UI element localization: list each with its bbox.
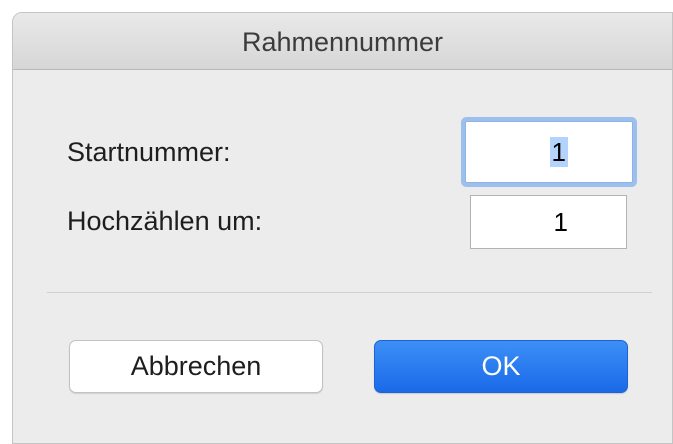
ok-button[interactable]: OK — [374, 340, 628, 393]
start-number-label: Startnummer: — [67, 137, 231, 167]
start-number-value: 1 — [549, 137, 568, 167]
start-number-input[interactable]: 1 — [465, 121, 633, 183]
cancel-button[interactable]: Abbrechen — [69, 340, 323, 393]
increment-value: 1 — [553, 207, 568, 237]
increment-input[interactable]: 1 — [470, 195, 627, 249]
divider — [47, 292, 652, 293]
title-bar[interactable]: Rahmennummer — [13, 13, 672, 70]
dialog-title: Rahmennummer — [241, 27, 444, 57]
frame-number-dialog: Rahmennummer Startnummer: 1 Hochzählen u… — [12, 12, 673, 444]
increment-label: Hochzählen um: — [67, 206, 263, 236]
